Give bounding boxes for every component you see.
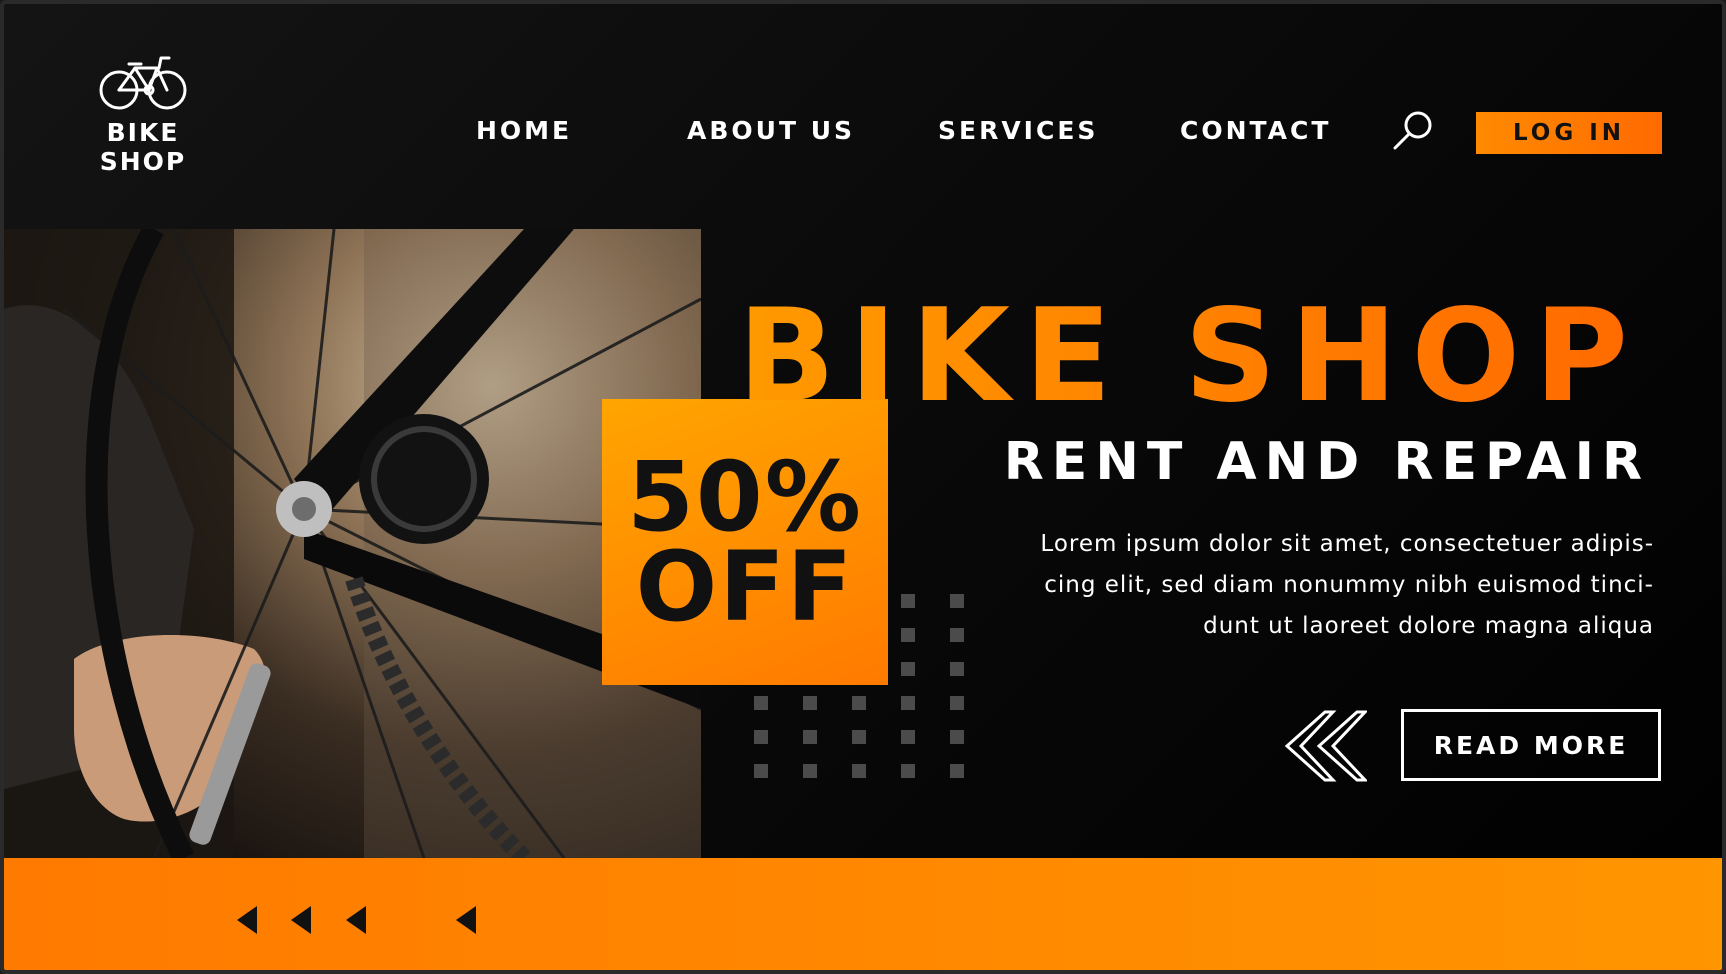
hero-title: BIKE SHOP (737, 282, 1642, 431)
bicycle-icon (99, 56, 187, 110)
nav-contact[interactable]: CONTACT (1180, 116, 1331, 145)
nav-services[interactable]: SERVICES (938, 116, 1098, 145)
double-chevron-left-icon (1284, 710, 1369, 782)
brand-logo[interactable]: BIKE SHOP (68, 50, 218, 176)
hero-description: Lorem ipsum dolor sit amet, consectetuer… (1040, 531, 1654, 639)
previous-button[interactable] (1277, 706, 1369, 786)
login-button[interactable]: LOG IN (1476, 112, 1662, 154)
hero-photo (4, 229, 701, 858)
search-button[interactable] (1390, 108, 1436, 154)
discount-badge: 50% OFF (602, 399, 888, 685)
triangle-left-icon[interactable] (237, 906, 257, 934)
search-icon (1393, 111, 1432, 150)
nav-home[interactable]: HOME (476, 116, 572, 145)
read-more-button[interactable]: READ MORE (1401, 709, 1661, 781)
discount-label: OFF (635, 531, 855, 643)
footer-bar (4, 858, 1722, 970)
triangle-left-icon[interactable] (346, 906, 366, 934)
triangle-left-icon[interactable] (456, 906, 476, 934)
nav-about-us[interactable]: ABOUT US (687, 116, 855, 145)
brand-name: BIKE SHOP (99, 118, 187, 176)
hero-subtitle: RENT AND REPAIR (1003, 432, 1650, 492)
triangle-left-icon[interactable] (291, 906, 311, 934)
discount-value: 50% (627, 441, 863, 553)
landing-page: BIKE SHOP HOME ABOUT US SERVICES CONTACT… (0, 0, 1726, 974)
